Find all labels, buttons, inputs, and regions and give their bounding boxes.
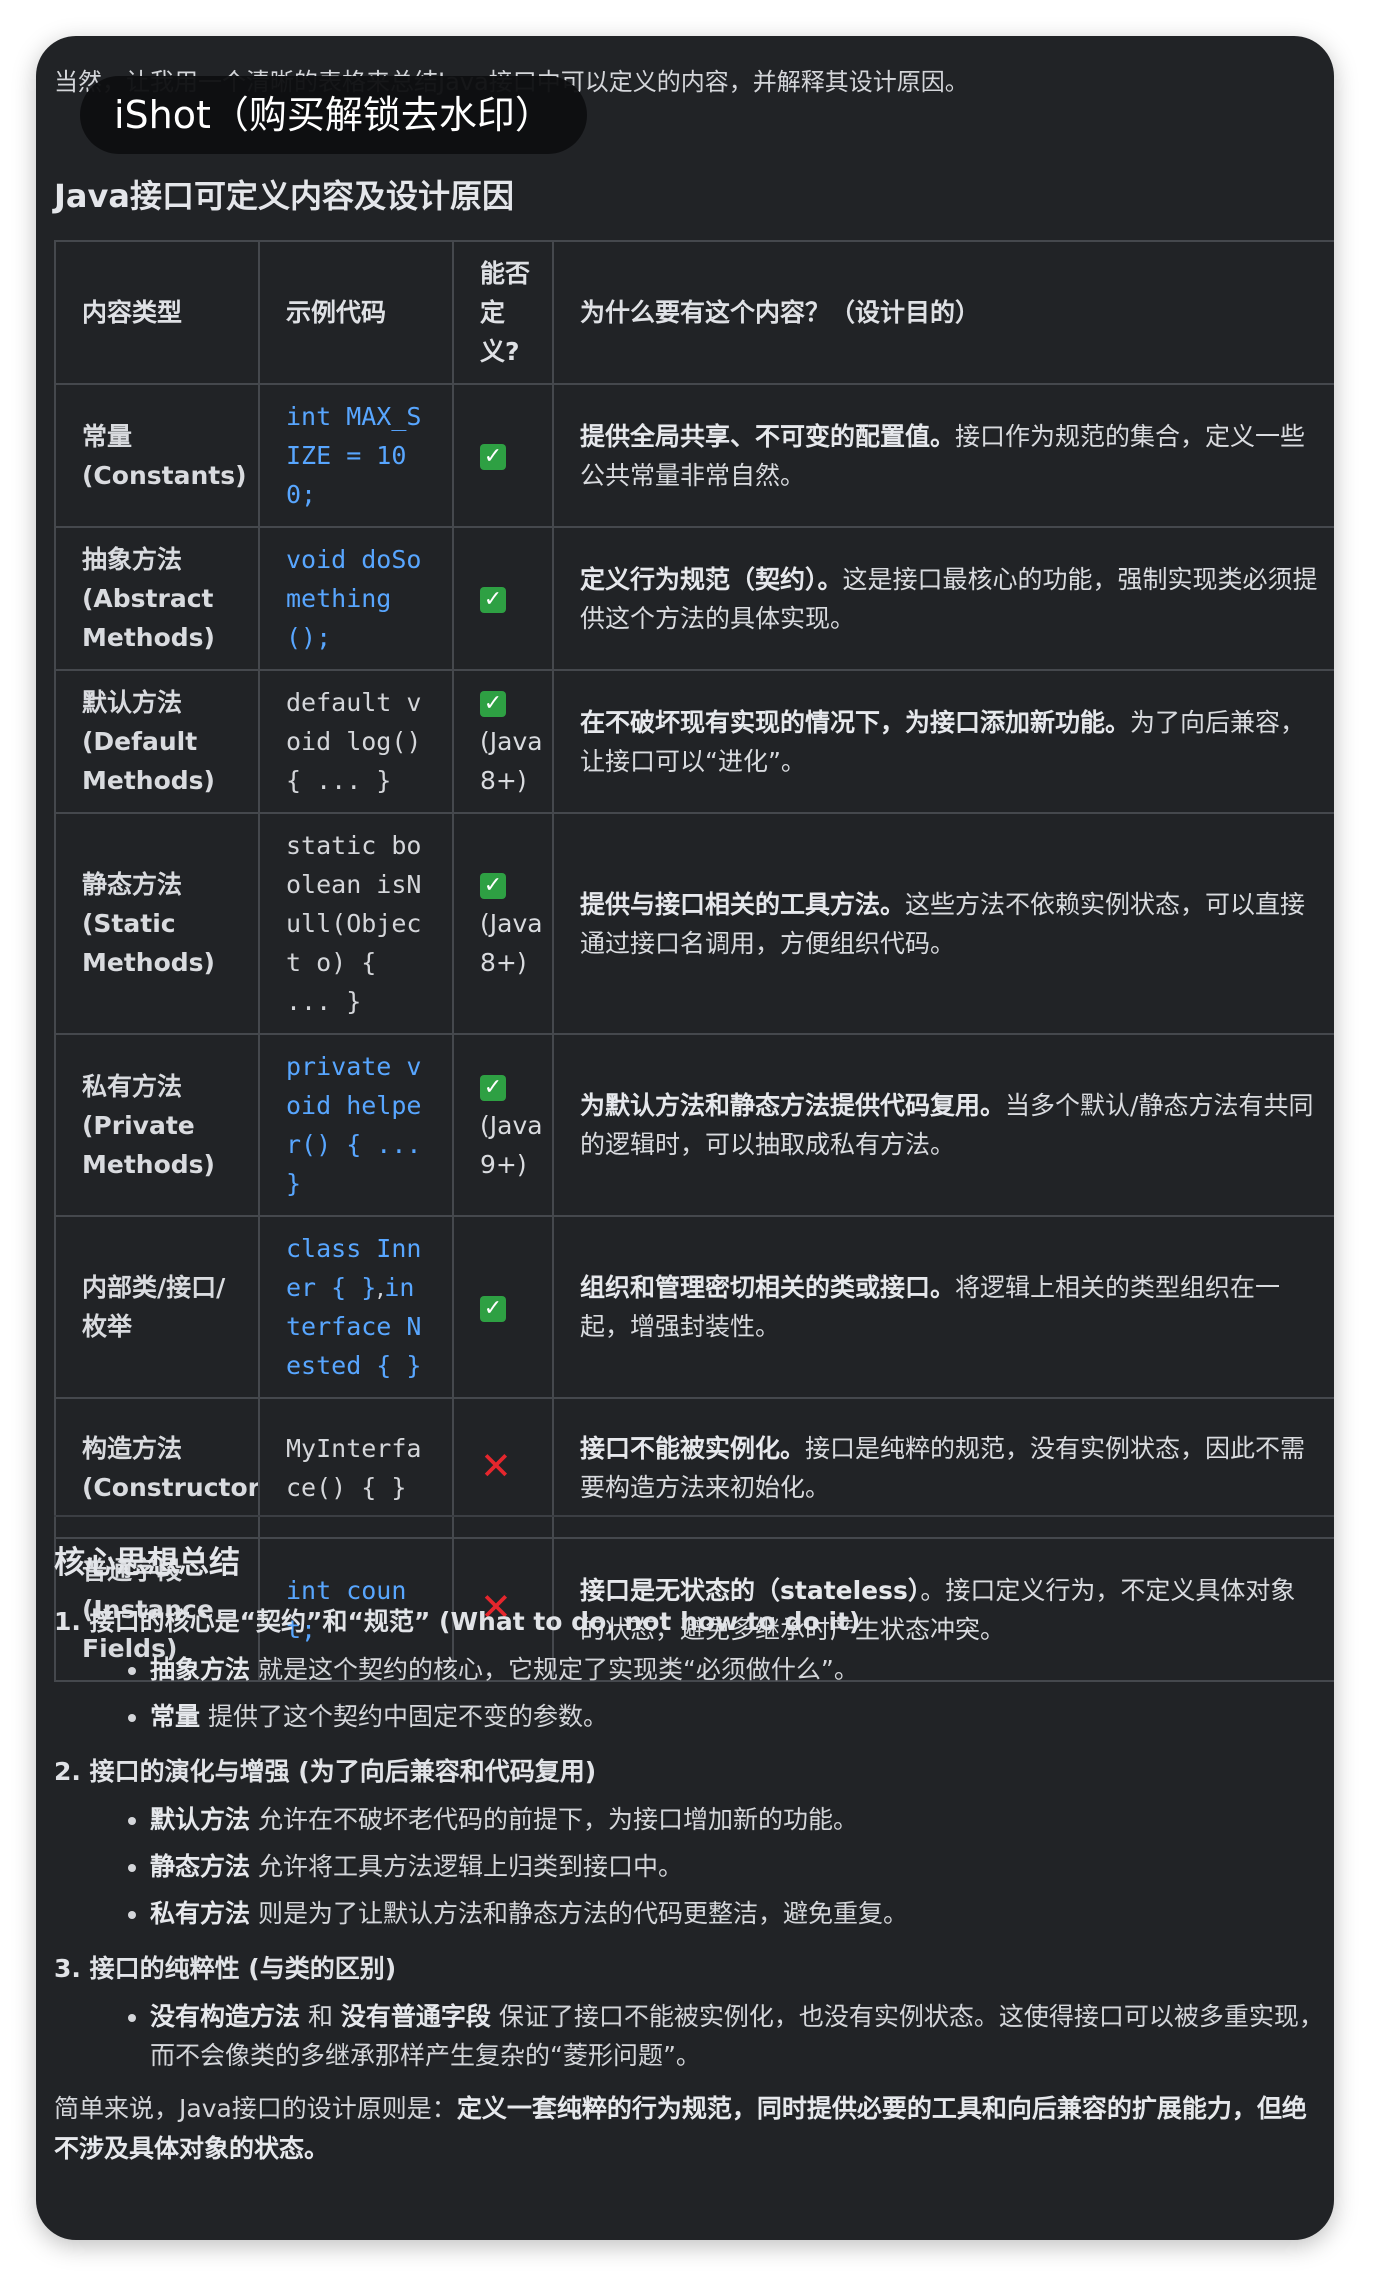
java-version-note: (Java 9+) (480, 1110, 543, 1179)
check-mark-icon: ✓ (480, 587, 506, 613)
table-row: 私有方法 (Private Methods) private void helpe… (54, 1033, 1334, 1217)
table-row: 默认方法 (Default Methods) default void log()… (54, 669, 1334, 814)
summary-point-heading: 2. 接口的演化与增强 (为了向后兼容和代码复用) (54, 1757, 597, 1786)
cell-availability: ✓ (Java 9+) (452, 1033, 554, 1217)
section-title: Java接口可定义内容及设计原因 (54, 177, 514, 215)
table-row: 抽象方法 (Abstract Methods) void doSomething(… (54, 526, 1334, 671)
table-row: 内部类/接口/枚举 class Inner { },interface Neste… (54, 1215, 1334, 1399)
list-item: 默认方法 允许在不破坏老代码的前提下，为接口增加新的功能。 (150, 1800, 1324, 1839)
bullet-text: 则是为了让默认方法和静态方法的代码更整洁，避免重复。 (250, 1899, 908, 1928)
purpose-highlight: 组织和管理密切相关的类或接口。 (580, 1273, 956, 1302)
cell-availability: ✓ (Java 8+) (452, 669, 554, 814)
cell-content-type: 默认方法 (Default Methods) (54, 669, 260, 814)
app-window: 当然，让我用一个清晰的表格来总结Java接口中可以定义的内容，并解释其设计原因。… (36, 36, 1334, 2240)
list-item: 私有方法 则是为了让默认方法和静态方法的代码更整洁，避免重复。 (150, 1894, 1324, 1933)
code-snippet: default void log() { ... } (286, 688, 422, 795)
header-available: 能否定义? (452, 240, 554, 385)
cell-availability: ✓ (452, 1215, 554, 1399)
cell-availability: ✕ (452, 1397, 554, 1539)
bullet-text: 和 (300, 2002, 341, 2031)
bullet-keyword: 抽象方法 (150, 1655, 251, 1684)
table-header-row: 内容类型 示例代码 能否定义? 为什么要有这个内容？（设计目的） (54, 240, 1334, 385)
check-mark-icon: ✓ (480, 1295, 506, 1322)
summary-point-heading: 1. 接口的核心是“契约”和“规范” (What to do, not how … (54, 1607, 861, 1636)
code-snippet: int MAX_SIZE = 100; (286, 402, 422, 509)
header-purpose: 为什么要有这个内容？（设计目的） (552, 240, 1334, 385)
summary-bullet-list: 默认方法 允许在不破坏老代码的前提下，为接口增加新的功能。静态方法 允许将工具方… (54, 1800, 1324, 1933)
summary-section: 核心思想总结 1. 接口的核心是“契约”和“规范” (What to do, n… (54, 1540, 1324, 2169)
closing-prefix: 简单来说，Java接口的设计原则是： (54, 2094, 457, 2123)
list-item: 静态方法 允许将工具方法逻辑上归类到接口中。 (150, 1847, 1324, 1886)
purpose-highlight: 接口不能被实例化。 (580, 1434, 806, 1463)
summary-bullet-list: 抽象方法 就是这个契约的核心，它规定了实现类“必须做什么”。常量 提供了这个契约… (54, 1650, 1324, 1736)
cell-example-code: class Inner { },interface Nested { } (258, 1215, 454, 1399)
bullet-keyword: 默认方法 (150, 1805, 251, 1834)
code-snippet: private void helper() { ... } (286, 1052, 422, 1198)
cell-design-purpose: 定义行为规范（契约）。这是接口最核心的功能，强制实现类必须提供这个方法的具体实现… (552, 526, 1334, 671)
table-row: 构造方法 (Constructors) MyInterface() { } ✕ 接口不… (54, 1397, 1334, 1539)
cell-availability: ✓ (Java 8+) (452, 812, 554, 1035)
bullet-keyword: 没有构造方法 (150, 2002, 301, 2031)
code-snippet: MyInterface() { } (286, 1434, 422, 1502)
bullet-keyword: 私有方法 (150, 1899, 251, 1928)
summary-title: 核心思想总结 (54, 1545, 240, 1581)
purpose-highlight: 提供与接口相关的工具方法。 (580, 889, 906, 919)
cell-content-type: 静态方法 (Static Methods) (54, 812, 260, 1035)
purpose-highlight: 定义行为规范（契约）。 (580, 564, 843, 594)
bullet-text: 提供了这个契约中固定不变的参数。 (200, 1702, 608, 1731)
header-type: 内容类型 (54, 240, 260, 385)
cell-content-type: 私有方法 (Private Methods) (54, 1033, 260, 1217)
watermark-badge: iShot（购买解锁去水印） (80, 76, 587, 154)
cell-design-purpose: 为默认方法和静态方法提供代码复用。当多个默认/静态方法有共同的逻辑时，可以抽取成… (552, 1033, 1334, 1217)
list-item: 抽象方法 就是这个契约的核心，它规定了实现类“必须做什么”。 (150, 1650, 1324, 1689)
cross-mark-icon: ✕ (480, 1443, 512, 1488)
cell-design-purpose: 组织和管理密切相关的类或接口。将逻辑上相关的类型组织在一起，增强封装性。 (552, 1215, 1334, 1399)
header-code: 示例代码 (258, 240, 454, 385)
cell-example-code: int MAX_SIZE = 100; (258, 383, 454, 528)
summary-point-heading: 3. 接口的纯粹性 (与类的区别) (54, 1954, 397, 1983)
purpose-highlight: 在不破坏现有实现的情况下，为接口添加新功能。 (580, 707, 1131, 737)
code-snippet: static boolean isNull(Object o) { ... } (286, 831, 422, 1016)
cell-design-purpose: 在不破坏现有实现的情况下，为接口添加新功能。为了向后兼容，让接口可以“进化”。 (552, 669, 1334, 814)
cell-content-type: 构造方法 (Constructors) (54, 1397, 260, 1539)
bullet-keyword: 没有普通字段 (340, 2002, 491, 2031)
check-mark-icon: ✓ (480, 691, 506, 717)
cell-design-purpose: 提供全局共享、不可变的配置值。接口作为规范的集合，定义一些公共常量非常自然。 (552, 383, 1334, 528)
table-row: 常量 (Constants) int MAX_SIZE = 100; ✓ 提供全局共享… (54, 383, 1334, 528)
check-mark-icon: ✓ (480, 444, 506, 470)
cell-availability: ✓ (452, 526, 554, 671)
table-row: 静态方法 (Static Methods) static boolean isNu… (54, 812, 1334, 1035)
cell-example-code: MyInterface() { } (258, 1397, 454, 1539)
list-item: 没有构造方法 和 没有普通字段 保证了接口不能被实例化，也没有实例状态。这使得接… (150, 1997, 1324, 2075)
cell-example-code: static boolean isNull(Object o) { ... } (258, 812, 454, 1035)
bullet-text: 就是这个契约的核心，它规定了实现类“必须做什么”。 (250, 1655, 859, 1684)
cell-design-purpose: 提供与接口相关的工具方法。这些方法不依赖实例状态，可以直接通过接口名调用，方便组… (552, 812, 1334, 1035)
java-version-note: (Java 8+) (480, 909, 543, 977)
cell-example-code: void doSomething(); (258, 526, 454, 671)
cell-content-type: 常量 (Constants) (54, 383, 260, 528)
bullet-keyword: 常量 (150, 1702, 201, 1731)
cell-example-code: default void log() { ... } (258, 669, 454, 814)
purpose-highlight: 为默认方法和静态方法提供代码复用。 (580, 1091, 1006, 1120)
cell-content-type: 内部类/接口/枚举 (54, 1215, 260, 1399)
summary-bullet-list: 没有构造方法 和 没有普通字段 保证了接口不能被实例化，也没有实例状态。这使得接… (54, 1997, 1324, 2075)
bullet-keyword: 静态方法 (150, 1852, 251, 1881)
cell-design-purpose: 接口不能被实例化。接口是纯粹的规范，没有实例状态，因此不需要构造方法来初始化。 (552, 1397, 1334, 1539)
closing-paragraph: 简单来说，Java接口的设计原则是：定义一套纯粹的行为规范，同时提供必要的工具和… (54, 2089, 1324, 2169)
list-item: 常量 提供了这个契约中固定不变的参数。 (150, 1697, 1324, 1736)
section-divider (54, 1515, 1334, 1517)
code-snippet: void doSomething(); (286, 545, 422, 652)
java-version-note: (Java 8+) (480, 727, 543, 795)
cell-availability: ✓ (452, 383, 554, 528)
purpose-highlight: 提供全局共享、不可变的配置值。 (580, 421, 956, 451)
interface-content-table: 内容类型 示例代码 能否定义? 为什么要有这个内容？（设计目的） 常量 (Con… (54, 240, 1334, 1682)
check-mark-icon: ✓ (480, 873, 506, 899)
check-mark-icon: ✓ (480, 1074, 506, 1101)
bullet-text: 允许在不破坏老代码的前提下，为接口增加新的功能。 (250, 1805, 858, 1834)
bullet-text: 允许将工具方法逻辑上归类到接口中。 (250, 1852, 683, 1881)
cell-example-code: private void helper() { ... } (258, 1033, 454, 1217)
cell-content-type: 抽象方法 (Abstract Methods) (54, 526, 260, 671)
